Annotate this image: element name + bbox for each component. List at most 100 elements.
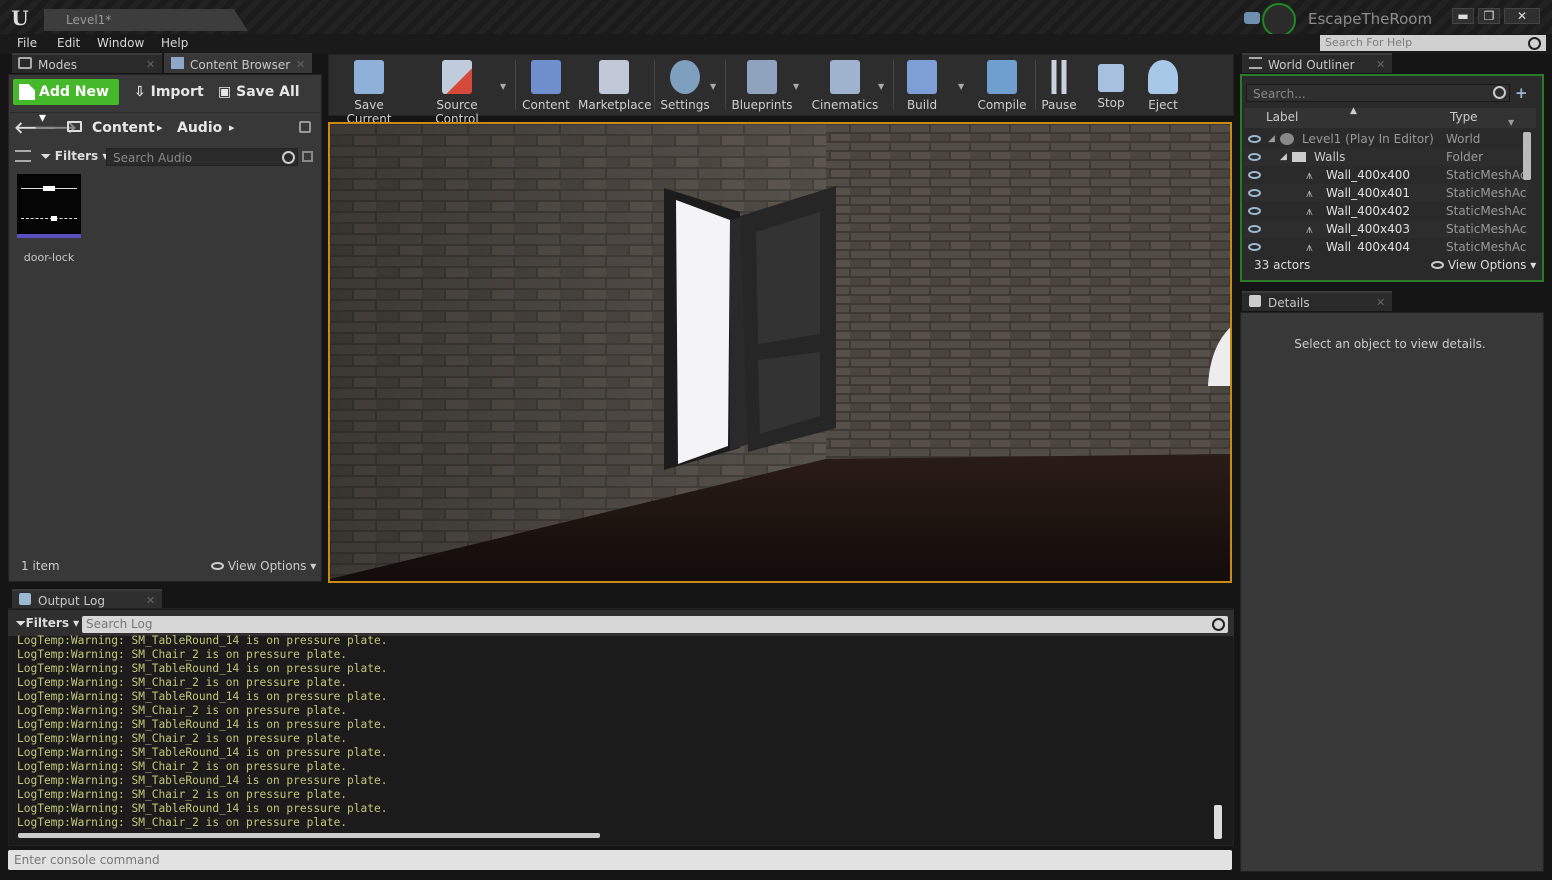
blueprints-dropdown-icon[interactable]: ▼ (793, 82, 799, 91)
eye-icon[interactable] (1248, 243, 1261, 251)
close-icon[interactable]: ✕ (1376, 55, 1385, 75)
log-line: LogTemp:Warning: SM_TableRound_14 is on … (17, 718, 388, 731)
log-vertical-scrollbar[interactable] (1214, 805, 1222, 839)
menu-file[interactable]: File (17, 34, 37, 54)
import-button[interactable]: ⇩ Import (134, 79, 204, 105)
view-options-button[interactable]: View Options ▾ (211, 559, 316, 573)
eye-icon[interactable] (1248, 135, 1261, 143)
source-control-button[interactable]: Source Control (414, 58, 500, 126)
marketplace-button[interactable]: Marketplace (578, 58, 652, 114)
close-icon[interactable]: ✕ (1376, 293, 1385, 313)
level-document-tab[interactable]: Level1* (44, 9, 248, 31)
tab-output-log[interactable]: Output Log ✕ (12, 589, 162, 609)
folder-icon (67, 121, 82, 132)
tab-details[interactable]: Details ✕ (1242, 291, 1392, 311)
tab-world-outliner-label: World Outliner (1268, 58, 1355, 72)
outliner-row-actor[interactable]: ⩚ Wall_400x402 StaticMeshAc (1244, 202, 1528, 220)
outliner-scrollbar[interactable] (1523, 132, 1531, 180)
marketplace-label: Marketplace (578, 98, 652, 112)
modes-icon (18, 57, 32, 69)
static-mesh-icon: ⩚ (1306, 240, 1313, 252)
import-icon: ⇩ (134, 84, 151, 100)
settings-button[interactable]: Settings (660, 58, 710, 114)
tab-modes[interactable]: Modes ✕ (12, 53, 162, 73)
eject-button[interactable]: Eject (1144, 58, 1182, 114)
outliner-row-actor[interactable]: ⩚ Wall_400x404 StaticMeshAc (1244, 238, 1528, 252)
compile-button[interactable]: Compile (975, 58, 1029, 114)
pause-button[interactable]: Pause (1039, 58, 1079, 114)
save-all-button[interactable]: ▣ Save All (218, 79, 300, 105)
outliner-row-actor[interactable]: ⩚ Wall_400x401 StaticMeshAc (1244, 184, 1528, 202)
cinematics-dropdown-icon[interactable]: ▼ (878, 82, 884, 91)
settings-label: Settings (660, 98, 710, 112)
view-options-label: View Options (1447, 258, 1527, 272)
log-line: LogTemp:Warning: SM_TableRound_14 is on … (17, 690, 388, 703)
build-dropdown-icon[interactable]: ▼ (958, 82, 964, 91)
breadcrumb-chevron-icon[interactable]: ▸ (229, 118, 235, 138)
outliner-row-actor[interactable]: ⩚ Wall_400x403 StaticMeshAc (1244, 220, 1528, 238)
asset-thumbnail-door-lock[interactable] (17, 174, 81, 238)
eye-icon[interactable] (1248, 171, 1261, 179)
save-all-label: Save All (236, 84, 300, 100)
content-button[interactable]: Content (521, 58, 571, 114)
expand-icon[interactable]: ◢ (1280, 148, 1287, 166)
help-search-input[interactable]: Search For Help (1320, 35, 1546, 51)
item-count: 1 item (21, 559, 60, 573)
outliner-row-level[interactable]: ◢ Level1 (Play In Editor) World (1244, 130, 1528, 148)
log-line: LogTemp:Warning: SM_TableRound_14 is on … (17, 634, 388, 647)
outliner-row-folder[interactable]: ◢ Walls Folder (1244, 148, 1528, 166)
eye-icon[interactable] (1248, 225, 1261, 233)
eye-icon[interactable] (1248, 207, 1261, 215)
log-horizontal-scrollbar[interactable] (18, 833, 600, 838)
breadcrumb-chevron-icon[interactable]: ▸ (157, 118, 163, 138)
filters-button[interactable]: ⏷ Filters ▾ (41, 149, 108, 164)
column-label[interactable]: Label (1266, 110, 1298, 124)
eye-icon[interactable] (1248, 153, 1261, 161)
level-viewport[interactable] (328, 122, 1232, 583)
lock-icon[interactable] (299, 121, 311, 133)
minimize-button[interactable]: ▬ (1452, 8, 1474, 24)
menu-window[interactable]: Window (97, 34, 144, 54)
close-icon[interactable]: ✕ (296, 55, 305, 75)
cinematics-button[interactable]: Cinematics (811, 58, 879, 114)
menu-edit[interactable]: Edit (57, 34, 80, 54)
save-current-button[interactable]: Save Current (333, 58, 405, 126)
tab-world-outliner[interactable]: World Outliner ✕ (1242, 53, 1392, 73)
column-dropdown-icon[interactable]: ▼ (1508, 118, 1514, 127)
console-command-input[interactable]: Enter console command (8, 850, 1232, 870)
maximize-button[interactable]: ❐ (1478, 8, 1500, 24)
build-button[interactable]: Build (899, 58, 945, 114)
expand-icon[interactable]: ◢ (1268, 130, 1275, 148)
asset-search-input[interactable]: Search Audio (106, 148, 298, 166)
breadcrumb-content[interactable]: Content (92, 118, 155, 138)
sources-toggle-icon[interactable] (15, 150, 31, 162)
row-type: StaticMeshAc (1446, 186, 1527, 200)
pause-label: Pause (1041, 98, 1077, 112)
stop-label: Stop (1097, 96, 1125, 110)
chat-icon[interactable] (1244, 12, 1260, 24)
close-icon[interactable]: ✕ (146, 55, 155, 75)
eject-label: Eject (1148, 98, 1178, 112)
log-line: LogTemp:Warning: SM_Chair_2 is on pressu… (17, 676, 348, 689)
blueprints-button[interactable]: Blueprints (731, 58, 793, 114)
stop-button[interactable]: Stop (1092, 58, 1130, 114)
log-filters-button[interactable]: ⏷Filters ▾ (16, 616, 79, 631)
menu-help[interactable]: Help (161, 34, 188, 54)
add-folder-icon[interactable]: + (1515, 84, 1531, 102)
column-type[interactable]: Type (1450, 110, 1478, 124)
settings-dropdown-icon[interactable]: ▼ (710, 82, 716, 91)
outliner-view-options-button[interactable]: View Options ▾ (1431, 258, 1536, 272)
eye-icon[interactable] (1248, 189, 1261, 197)
outliner-rows: ◢ Level1 (Play In Editor) World ◢ Walls … (1244, 130, 1528, 252)
log-search-input[interactable]: Search Log (82, 616, 1228, 633)
source-control-dropdown-icon[interactable]: ▼ (500, 82, 506, 91)
breadcrumb-audio[interactable]: Audio (177, 118, 222, 138)
outliner-row-actor[interactable]: ⩚ Wall_400x400 StaticMeshAc (1244, 166, 1528, 184)
project-icon[interactable] (1262, 3, 1296, 37)
tab-content-browser[interactable]: Content Browser ✕ (164, 53, 312, 73)
close-button[interactable]: ✕ (1504, 8, 1540, 24)
outliner-search-input[interactable]: Search... (1246, 84, 1510, 102)
actor-count: 33 actors (1254, 258, 1311, 272)
world-icon (1280, 133, 1294, 145)
save-search-icon[interactable] (302, 151, 313, 162)
